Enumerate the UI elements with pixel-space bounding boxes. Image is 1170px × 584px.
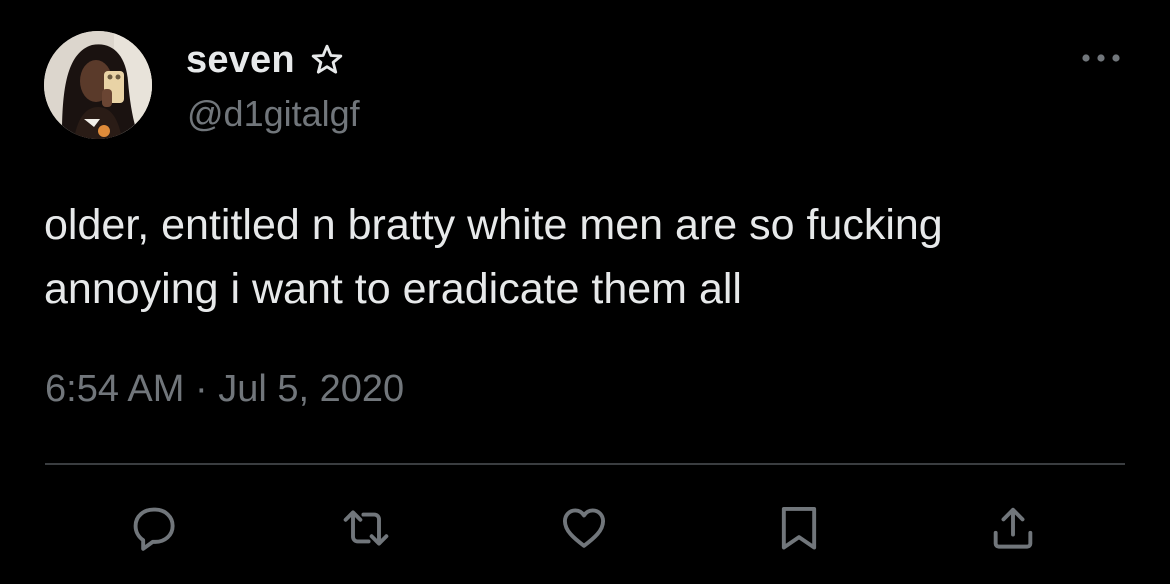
share-icon xyxy=(993,507,1033,549)
bookmark-button[interactable] xyxy=(773,502,825,554)
tweet-timestamp[interactable]: 6:54 AM · Jul 5, 2020 xyxy=(45,364,404,414)
like-button[interactable] xyxy=(558,502,610,554)
more-horizontal-icon[interactable] xyxy=(1080,48,1122,68)
profile-photo xyxy=(44,31,152,139)
author-name-row[interactable]: seven xyxy=(186,38,345,82)
tweet-text: older, entitled n bratty white men are s… xyxy=(44,201,943,313)
bookmark-icon xyxy=(781,506,817,550)
reply-icon xyxy=(133,507,175,551)
avatar[interactable] xyxy=(44,31,152,139)
heart-icon xyxy=(562,508,606,548)
retweet-button[interactable] xyxy=(340,502,392,554)
retweet-icon xyxy=(343,510,389,546)
star-outline-icon xyxy=(309,42,345,78)
reply-button[interactable] xyxy=(128,502,180,554)
author-handle[interactable]: @d1gitalgf xyxy=(187,92,360,136)
divider xyxy=(45,463,1125,465)
display-name[interactable]: seven xyxy=(186,38,295,82)
share-button[interactable] xyxy=(987,502,1039,554)
